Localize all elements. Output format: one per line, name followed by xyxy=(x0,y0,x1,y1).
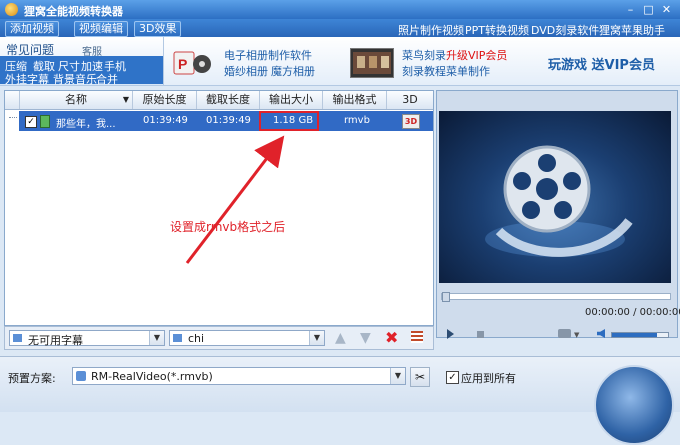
faq-panel: 常见问题 客服qq876292449 压缩 截取 尺寸 加速 手机 外挂字幕 背… xyxy=(0,37,164,87)
ad-album-image[interactable]: P xyxy=(172,48,212,78)
edit-video-button[interactable]: 视频编辑 xyxy=(74,21,128,37)
volume-icon[interactable] xyxy=(597,329,605,338)
volume-slider[interactable] xyxy=(611,332,669,338)
3d-effect-button[interactable]: 3D效果 xyxy=(134,21,182,37)
annotation-text: 设置成rmvb格式之后 xyxy=(170,220,286,234)
ad-wedding-album-link[interactable]: 婚纱相册 xyxy=(224,63,268,79)
preview-screen xyxy=(439,111,671,283)
maximize-icon[interactable]: □ xyxy=(642,3,655,16)
close-icon[interactable]: ✕ xyxy=(660,3,673,16)
col-handle xyxy=(5,91,20,109)
window-title: 狸窝全能视频转换器 xyxy=(24,5,123,18)
dvd-burn-link[interactable]: DVD刻录软件 xyxy=(531,22,599,38)
audio-track-select[interactable]: chi ▼ xyxy=(169,330,325,346)
table-row[interactable]: ✓ 那些年，我... 01:39:49 01:39:49 1.18 GB rmv… xyxy=(19,111,433,131)
col-name[interactable]: 名称 ▼ xyxy=(20,91,133,109)
tree-line xyxy=(9,117,17,119)
ad-menu-make-link[interactable]: 菜单制作 xyxy=(446,63,490,79)
annotation-arrow xyxy=(185,135,285,264)
chevron-down-icon[interactable]: ▼ xyxy=(390,368,405,384)
video-file-icon xyxy=(40,115,50,128)
snapshot-camera-icon[interactable] xyxy=(558,329,571,338)
move-down-icon[interactable]: ▼ xyxy=(360,330,371,346)
output-settings-panel: 预置方案: RM-RealVideo(*.rmvb) ▼ ✂ ✓ 应用到所有 xyxy=(0,356,680,445)
snapshot-dropdown-icon[interactable]: ▼ xyxy=(574,331,579,339)
clear-list-icon[interactable] xyxy=(411,331,423,343)
app-logo-icon xyxy=(5,3,18,16)
title-bar: 狸窝全能视频转换器 – □ ✕ xyxy=(0,0,680,19)
subtitle-select[interactable]: 无可用字幕 ▼ xyxy=(9,330,165,347)
col-cut-length[interactable]: 截取长度 xyxy=(197,91,260,109)
file-list: 名称 ▼ 原始长度 截取长度 输出大小 输出格式 3D ✓ 那些年，我... 01… xyxy=(4,90,434,326)
row-output-format: rmvb xyxy=(344,115,370,126)
faq-merge-link[interactable]: 合并 xyxy=(96,71,118,87)
svg-text:P: P xyxy=(178,56,187,72)
film-reel-icon xyxy=(485,145,633,257)
seek-handle[interactable] xyxy=(442,292,450,302)
ad-game-vip-link[interactable]: 玩游戏 送VIP会员 xyxy=(548,54,655,73)
preview-panel: 00:00:00 / 00:00:00 ▼ xyxy=(436,90,680,339)
row-name: 那些年，我... xyxy=(56,119,116,130)
ad-burn-tutorial-link[interactable]: 刻录教程 xyxy=(402,63,446,79)
subtitle-icon xyxy=(13,334,22,342)
convert-button[interactable] xyxy=(594,365,674,445)
faq-subtitle-link[interactable]: 外挂字幕 xyxy=(5,71,49,87)
add-video-button[interactable]: 添加视频 xyxy=(5,21,59,37)
file-list-header: 名称 ▼ 原始长度 截取长度 输出大小 输出格式 3D xyxy=(5,91,433,110)
volume-level xyxy=(612,333,657,337)
col-3d[interactable]: 3D xyxy=(387,91,433,109)
chevron-down-icon[interactable]: ▼ xyxy=(309,331,324,345)
apply-all-checkbox[interactable]: ✓ xyxy=(446,371,459,384)
sort-arrow-icon[interactable]: ▼ xyxy=(123,91,129,109)
preset-label: 预置方案: xyxy=(8,372,56,385)
time-display: 00:00:00 / 00:00:00 xyxy=(585,307,680,318)
seek-bar[interactable] xyxy=(441,292,671,302)
col-original-length[interactable]: 原始长度 xyxy=(133,91,197,109)
photo-video-link[interactable]: 照片制作视频 xyxy=(398,22,464,38)
subtitle-value: 无可用字幕 xyxy=(28,334,83,347)
col-output-size[interactable]: 输出大小 xyxy=(260,91,323,109)
apply-all-label: 应用到所有 xyxy=(461,372,516,385)
preset-settings-icon[interactable]: ✂ xyxy=(410,367,430,387)
col-output-format[interactable]: 输出格式 xyxy=(323,91,387,109)
row-checkbox[interactable]: ✓ xyxy=(25,116,37,128)
ad-upgrade-vip-link[interactable]: 升级VIP会员 xyxy=(446,47,507,63)
ad-newbie-burn-link[interactable]: 菜鸟刻录 xyxy=(402,47,446,63)
audio-icon xyxy=(173,334,182,342)
delete-icon[interactable]: ✖ xyxy=(385,328,398,347)
col-name-label: 名称 xyxy=(65,93,87,106)
3d-toggle-icon[interactable]: 3D xyxy=(402,114,420,129)
audio-value: chi xyxy=(188,332,205,345)
faq-music-link[interactable]: 背景音乐 xyxy=(53,71,97,87)
preset-value: RM-RealVideo(*.rmvb) xyxy=(91,370,213,383)
ad-cube-album-link[interactable]: 魔方相册 xyxy=(271,63,315,79)
output-size-highlight xyxy=(259,111,319,131)
faq-links: 压缩 截取 尺寸 加速 手机 外挂字幕 背景音乐 合并 xyxy=(0,56,163,87)
stop-icon[interactable] xyxy=(477,331,484,338)
chevron-down-icon[interactable]: ▼ xyxy=(149,331,164,345)
move-up-icon[interactable]: ▲ xyxy=(335,330,346,346)
play-icon[interactable] xyxy=(447,329,454,339)
preset-select[interactable]: RM-RealVideo(*.rmvb) ▼ xyxy=(72,367,406,385)
minimize-icon[interactable]: – xyxy=(624,3,637,16)
ppt-video-link[interactable]: PPT转换视频 xyxy=(465,22,529,38)
preset-format-icon xyxy=(76,371,86,381)
ad-album-software-link[interactable]: 电子相册制作软件 xyxy=(224,47,312,63)
main-toolbar: 添加视频 视频编辑 3D效果 照片制作视频 PPT转换视频 DVD刻录软件 狸窝… xyxy=(0,19,680,37)
row-original-length: 01:39:49 xyxy=(143,115,188,126)
row-cut-length: 01:39:49 xyxy=(206,115,251,126)
subtitle-audio-bar: 无可用字幕 ▼ chi ▼ ▲ ▼ ✖ xyxy=(4,326,434,350)
apple-helper-link[interactable]: 狸窝苹果助手 xyxy=(599,22,665,38)
ad-burn-image[interactable] xyxy=(350,48,394,78)
